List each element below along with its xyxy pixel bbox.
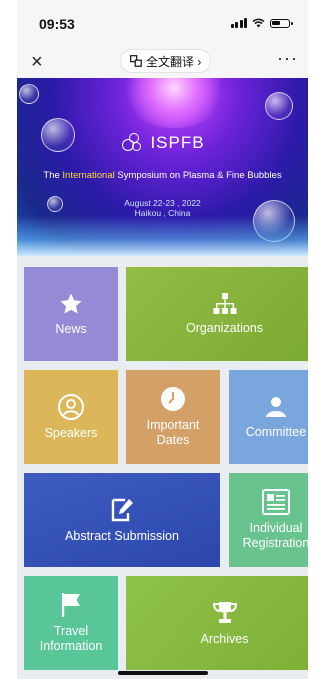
travel-information-label-line1: Travel: [53, 624, 89, 638]
person-icon: [58, 393, 84, 420]
plasma-glow: [119, 78, 229, 128]
logo-text: ISPFB: [150, 133, 205, 152]
group-icon: [266, 396, 286, 417]
document-icon: [262, 489, 290, 515]
symposium-title: The International Symposium on Plasma & …: [17, 170, 308, 181]
important-dates-tile[interactable]: Important Dates: [126, 370, 220, 464]
nav-bar: × 全文翻译 › ···: [17, 48, 308, 78]
abstract-submission-tile[interactable]: Abstract Submission: [24, 473, 220, 567]
translate-icon: [130, 55, 142, 67]
status-time: 09:53: [39, 16, 75, 32]
symposium-title-pre: The: [43, 170, 63, 181]
edit-icon: [111, 498, 133, 521]
travel-information-tile[interactable]: Travel Information: [24, 576, 118, 670]
symposium-title-highlight: International: [62, 170, 115, 181]
speakers-tile[interactable]: Speakers: [24, 370, 118, 464]
committee-label: Committee: [245, 424, 307, 439]
event-banner: ISPFB The International Symposium on Pla…: [17, 78, 308, 256]
signal-icon: [230, 18, 247, 28]
translate-button[interactable]: 全文翻译 ›: [121, 50, 211, 72]
individual-registration-label: Individual Registration: [243, 521, 308, 551]
banner-floor-glow: [17, 216, 308, 256]
archives-label: Archives: [200, 631, 249, 646]
archives-tile[interactable]: Archives: [126, 576, 308, 670]
phone-screen: 09:53 × 全文翻译 › ··· ISPFB The Internation…: [17, 0, 308, 679]
org-chart-icon: [213, 292, 236, 314]
abstract-submission-label: Abstract Submission: [65, 528, 179, 543]
logo-mark-icon: [120, 133, 146, 153]
event-date-location: August 22-23 , 2022 Haikou , China: [17, 198, 308, 218]
wifi-icon: [252, 18, 265, 28]
symposium-title-post: Symposium on Plasma & Fine Bubbles: [114, 170, 282, 181]
star-icon: [60, 293, 82, 313]
bubble-decoration: [19, 84, 39, 104]
news-tile[interactable]: News: [24, 267, 118, 361]
important-dates-label: Important Dates: [147, 418, 200, 448]
event-location: Haikou , China: [134, 208, 191, 218]
ispfb-logo: ISPFB: [17, 133, 308, 153]
close-icon[interactable]: ×: [31, 50, 43, 74]
individual-registration-label-line1: Individual: [249, 521, 303, 535]
flag-icon: [62, 593, 80, 617]
travel-information-label: Travel Information: [40, 624, 103, 654]
battery-icon: [270, 19, 293, 28]
organizations-label: Organizations: [185, 320, 264, 335]
important-dates-label-line1: Important: [146, 418, 200, 432]
status-bar: 09:53: [17, 0, 308, 48]
bubble-decoration: [265, 92, 293, 120]
status-icons: [230, 18, 293, 28]
clock-icon: [161, 387, 185, 411]
home-indicator[interactable]: [118, 671, 208, 675]
individual-registration-tile[interactable]: Individual Registration: [229, 473, 308, 567]
individual-registration-label-line2: Registration: [242, 536, 308, 550]
organizations-tile[interactable]: Organizations: [126, 267, 308, 361]
news-label: News: [55, 321, 87, 336]
event-date: August 22-23 , 2022: [124, 198, 201, 208]
important-dates-label-line2: Dates: [156, 433, 190, 447]
committee-tile[interactable]: Committee: [229, 370, 308, 464]
trophy-icon: [212, 601, 237, 623]
translate-label: 全文翻译 ›: [146, 54, 202, 69]
speakers-label: Speakers: [44, 425, 98, 440]
menu-grid: News Organizations Speakers Important Da…: [17, 256, 308, 679]
travel-information-label-line2: Information: [39, 639, 103, 653]
more-icon[interactable]: ···: [277, 48, 298, 69]
